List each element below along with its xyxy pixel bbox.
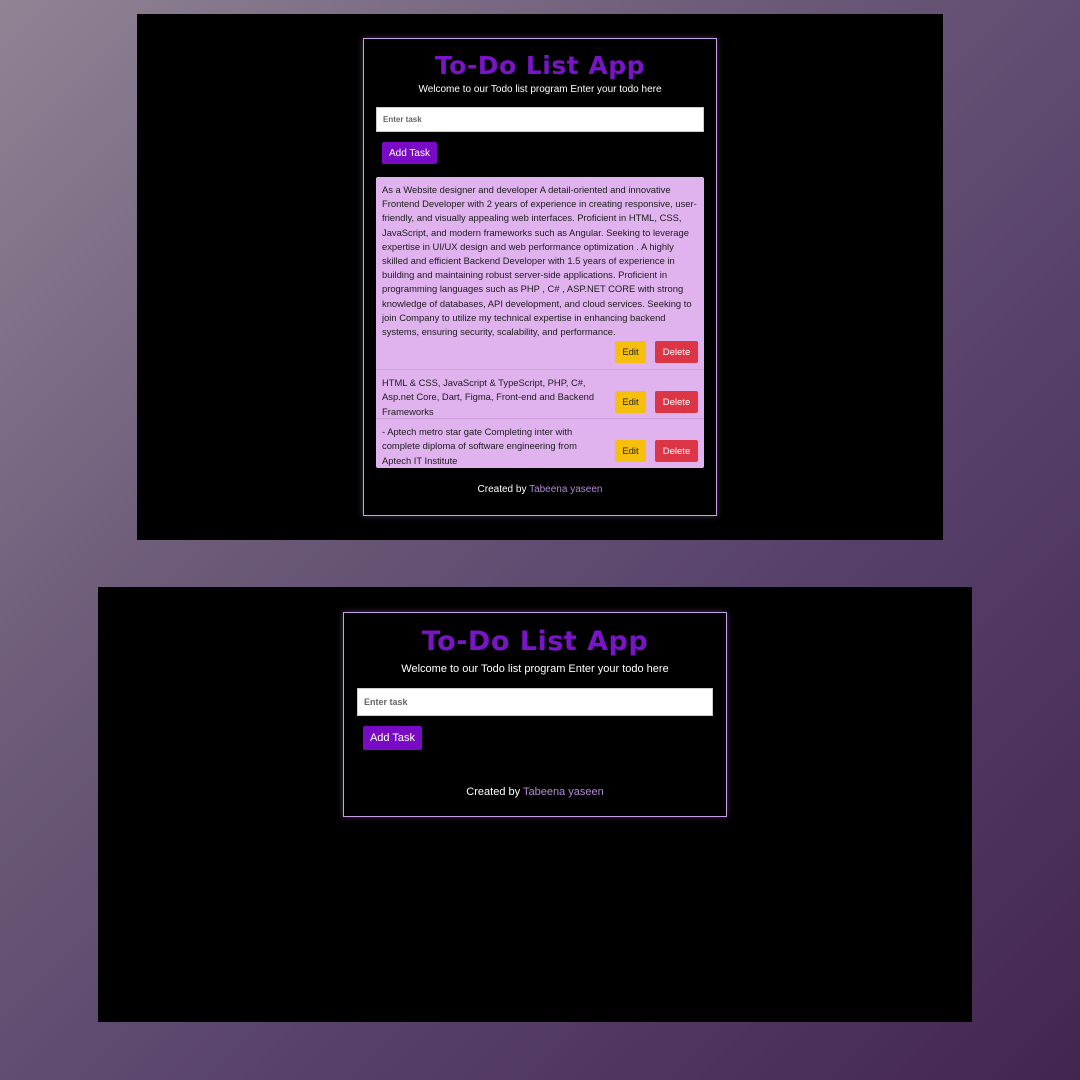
app-subtitle: Welcome to our Todo list program Enter y… [401,663,669,675]
delete-button[interactable]: Delete [655,440,698,463]
edit-button[interactable]: Edit [615,341,646,364]
app-title: To-Do List App [421,626,649,657]
footer-credit: Created by Tabeena yaseen [344,786,726,798]
task-text: HTML & CSS, JavaScript & TypeScript, PHP… [382,377,595,417]
task-text: As a Website designer and developer A de… [382,184,697,338]
task-actions: Edit Delete [615,391,698,414]
edit-button[interactable]: Edit [615,391,646,414]
author-link[interactable]: Tabeena yaseen [529,484,602,495]
task-input[interactable] [376,107,704,132]
list-item: HTML & CSS, JavaScript & TypeScript, PHP… [376,370,704,420]
todo-card: To-Do List App Welcome to our Todo list … [363,38,717,516]
task-actions: Edit Delete [615,440,698,463]
delete-button[interactable]: Delete [655,391,698,414]
author-link[interactable]: Tabeena yaseen [523,786,604,798]
add-task-button[interactable]: Add Task [363,726,422,750]
edit-button[interactable]: Edit [615,440,646,463]
delete-button[interactable]: Delete [655,341,698,364]
footer-prefix: Created by [466,786,521,798]
app-title: To-Do List App [434,51,646,80]
add-task-button[interactable]: Add Task [382,142,437,164]
task-actions: Edit Delete [382,339,698,369]
app-subtitle: Welcome to our Todo list program Enter y… [418,84,662,95]
screenshot-empty: To-Do List App Welcome to our Todo list … [98,587,972,1022]
screenshot-with-tasks: To-Do List App Welcome to our Todo list … [137,14,943,540]
task-input[interactable] [357,688,713,716]
footer-prefix: Created by [477,484,527,496]
list-item: - Aptech metro star gate Completing inte… [376,419,704,468]
task-list: As a Website designer and developer A de… [376,177,704,469]
list-item: As a Website designer and developer A de… [376,177,704,371]
footer-credit: Created by Tabeena yaseen [364,484,716,495]
task-text: - Aptech metro star gate Completing inte… [382,426,577,466]
todo-card: To-Do List App Welcome to our Todo list … [343,612,727,817]
